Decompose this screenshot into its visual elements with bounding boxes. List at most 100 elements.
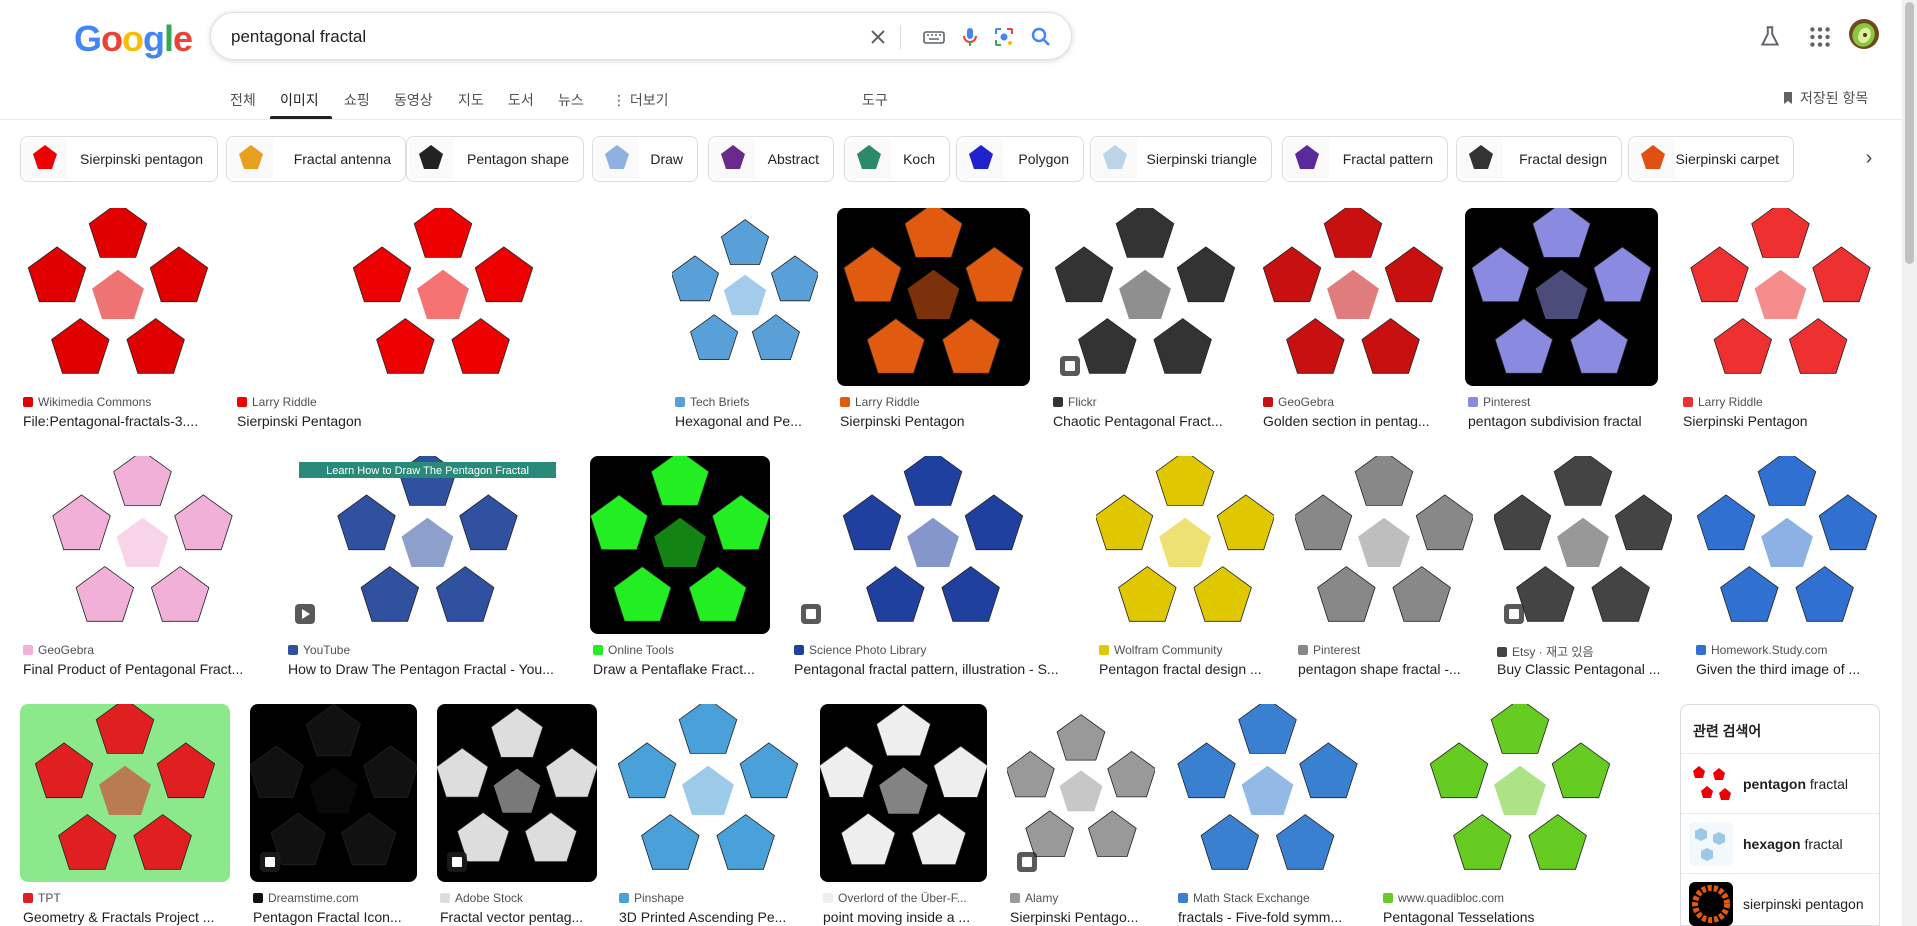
result-source[interactable]: GeoGebra [1263, 395, 1449, 409]
image-result[interactable]: Science Photo Library Pentagonal fractal … [791, 456, 1075, 692]
chip-1[interactable]: Sierpinski pentagon [20, 136, 218, 182]
result-thumbnail[interactable] [437, 704, 597, 882]
related-item-sierpinski-pentagon[interactable]: sierpinski pentagon [1681, 873, 1879, 926]
result-source[interactable]: Math Stack Exchange [1178, 891, 1363, 905]
result-thumbnail[interactable] [1175, 704, 1360, 882]
result-title[interactable]: Sierpinski Pentagon [840, 413, 1029, 429]
result-source[interactable]: GeoGebra [23, 643, 268, 657]
tab-shopping[interactable]: 쇼핑 [344, 90, 370, 110]
result-source[interactable]: Science Photo Library [794, 643, 1078, 657]
result-title[interactable]: Buy Classic Pentagonal ... [1497, 661, 1671, 677]
result-source[interactable]: Tech Briefs [675, 395, 821, 409]
result-title[interactable]: pentagon shape fractal -... [1298, 661, 1472, 677]
result-thumbnail[interactable] [20, 456, 265, 634]
image-result[interactable]: Tech Briefs Hexagonal and Pe... [672, 208, 818, 444]
result-source[interactable]: Pinterest [1468, 395, 1661, 409]
result-source[interactable]: Larry Riddle [237, 395, 655, 409]
result-thumbnail[interactable] [20, 704, 230, 882]
result-source[interactable]: Dreamstime.com [253, 891, 420, 905]
result-title[interactable]: pentagon subdivision fractal [1468, 413, 1657, 429]
image-result[interactable]: Pinterest pentagon subdivision fractal [1465, 208, 1658, 444]
result-thumbnail[interactable] [837, 208, 1030, 386]
chip-2[interactable]: Fractal antenna [226, 136, 406, 182]
image-result[interactable]: Pinshape 3D Printed Ascending Pe... [616, 704, 800, 926]
result-thumbnail[interactable] [1096, 456, 1274, 634]
result-thumbnail[interactable] [20, 208, 216, 386]
result-thumbnail[interactable] [1465, 208, 1658, 386]
result-source[interactable]: Homework.Study.com [1696, 643, 1884, 657]
result-source[interactable]: Flickr [1053, 395, 1243, 409]
result-thumbnail[interactable] [250, 704, 417, 882]
result-thumbnail[interactable] [1494, 456, 1672, 634]
result-thumbnail[interactable] [1295, 456, 1473, 634]
result-thumbnail[interactable] [672, 208, 818, 386]
result-thumbnail[interactable] [616, 704, 800, 882]
image-result[interactable]: Adobe Stock Fractal vector pentag... [437, 704, 597, 926]
result-title[interactable]: Pentagon fractal design ... [1099, 661, 1273, 677]
chevron-right-icon[interactable]: › [1856, 146, 1882, 172]
tab-videos[interactable]: 동영상 [394, 90, 433, 110]
tab-maps[interactable]: 지도 [458, 90, 484, 110]
result-title[interactable]: Chaotic Pentagonal Fract... [1053, 413, 1239, 429]
image-result[interactable]: Overlord of the Über-F... point moving in… [820, 704, 987, 926]
result-title[interactable]: Golden section in pentag... [1263, 413, 1445, 429]
image-result[interactable]: Larry Riddle Sierpinski Pentagon [1680, 208, 1881, 444]
search-icon[interactable] [1029, 25, 1053, 49]
result-title[interactable]: Pentagon Fractal Icon... [253, 909, 416, 925]
search-input[interactable]: pentagonal fractal [231, 27, 366, 47]
search-box[interactable]: pentagonal fractal [210, 12, 1072, 60]
image-result[interactable]: Online Tools Draw a Pentaflake Fract... [590, 456, 770, 692]
result-title[interactable]: 3D Printed Ascending Pe... [619, 909, 799, 925]
saved-items-link[interactable]: 저장된 항목 [1782, 88, 1868, 108]
chip-9[interactable]: Fractal pattern [1282, 136, 1448, 182]
result-title[interactable]: Given the third image of ... [1696, 661, 1880, 677]
image-result[interactable]: www.quadibloc.com Pentagonal Tesselations [1380, 704, 1660, 926]
result-source[interactable]: Larry Riddle [840, 395, 1033, 409]
chip-3[interactable]: Pentagon shape [406, 136, 584, 182]
result-source[interactable]: YouTube [288, 643, 573, 657]
chip-4[interactable]: Draw [592, 136, 698, 182]
result-title[interactable]: point moving inside a ... [823, 909, 986, 925]
chip-7[interactable]: Polygon [956, 136, 1084, 182]
result-title[interactable]: Pentagonal Tesselations [1383, 909, 1659, 925]
result-thumbnail[interactable] [1260, 208, 1446, 386]
result-thumbnail[interactable] [1380, 704, 1660, 882]
google-logo[interactable]: Google [74, 18, 193, 60]
related-item-hexagon-fractal[interactable]: hexagon fractal [1681, 813, 1879, 873]
image-result[interactable]: GeoGebra Golden section in pentag... [1260, 208, 1446, 444]
chip-11[interactable]: Sierpinski carpet [1628, 136, 1794, 182]
result-title[interactable]: Sierpinski Pentago... [1010, 909, 1154, 925]
result-thumbnail[interactable] [1050, 208, 1240, 386]
result-source[interactable]: Etsy · 재고 있음 [1497, 643, 1675, 660]
chip-6[interactable]: Koch [844, 136, 950, 182]
result-source[interactable]: Larry Riddle [1683, 395, 1884, 409]
lens-icon[interactable] [992, 25, 1016, 49]
result-thumbnail[interactable] [234, 208, 652, 386]
tab-more[interactable]: ⋮ 더보기 [612, 90, 669, 110]
tab-books[interactable]: 도서 [508, 90, 534, 110]
result-title[interactable]: Sierpinski Pentagon [237, 413, 651, 429]
result-thumbnail[interactable] [1007, 704, 1155, 882]
labs-icon[interactable] [1757, 24, 1783, 50]
tools-button[interactable]: 도구 [862, 90, 888, 110]
result-title[interactable]: Pentagonal fractal pattern, illustration… [794, 661, 1074, 677]
image-result[interactable]: TPT Geometry & Fractals Project ... [20, 704, 230, 926]
related-item-pentagon-fractal[interactable]: pentagon fractal [1681, 753, 1879, 813]
image-result[interactable]: Pinterest pentagon shape fractal -... [1295, 456, 1473, 692]
result-source[interactable]: Alamy [1010, 891, 1158, 905]
result-title[interactable]: Draw a Pentaflake Fract... [593, 661, 769, 677]
result-source[interactable]: Pinterest [1298, 643, 1476, 657]
chip-5[interactable]: Abstract [708, 136, 834, 182]
image-result[interactable]: Etsy · 재고 있음 Buy Classic Pentagonal ... [1494, 456, 1672, 692]
image-result[interactable]: Dreamstime.com Pentagon Fractal Icon... [250, 704, 417, 926]
result-title[interactable]: How to Draw The Pentagon Fractal - You..… [288, 661, 569, 677]
tab-all[interactable]: 전체 [230, 90, 256, 110]
image-result[interactable]: Math Stack Exchange fractals - Five-fold … [1175, 704, 1360, 926]
result-title[interactable]: Geometry & Fractals Project ... [23, 909, 229, 925]
result-source[interactable]: Online Tools [593, 643, 773, 657]
image-result[interactable]: Homework.Study.com Given the third image … [1693, 456, 1881, 692]
image-result[interactable]: Larry Riddle Sierpinski Pentagon [837, 208, 1030, 444]
scrollbar-thumb[interactable] [1905, 2, 1914, 264]
chip-10[interactable]: Fractal design [1456, 136, 1622, 182]
image-result[interactable]: GeoGebra Final Product of Pentagonal Frac… [20, 456, 265, 692]
